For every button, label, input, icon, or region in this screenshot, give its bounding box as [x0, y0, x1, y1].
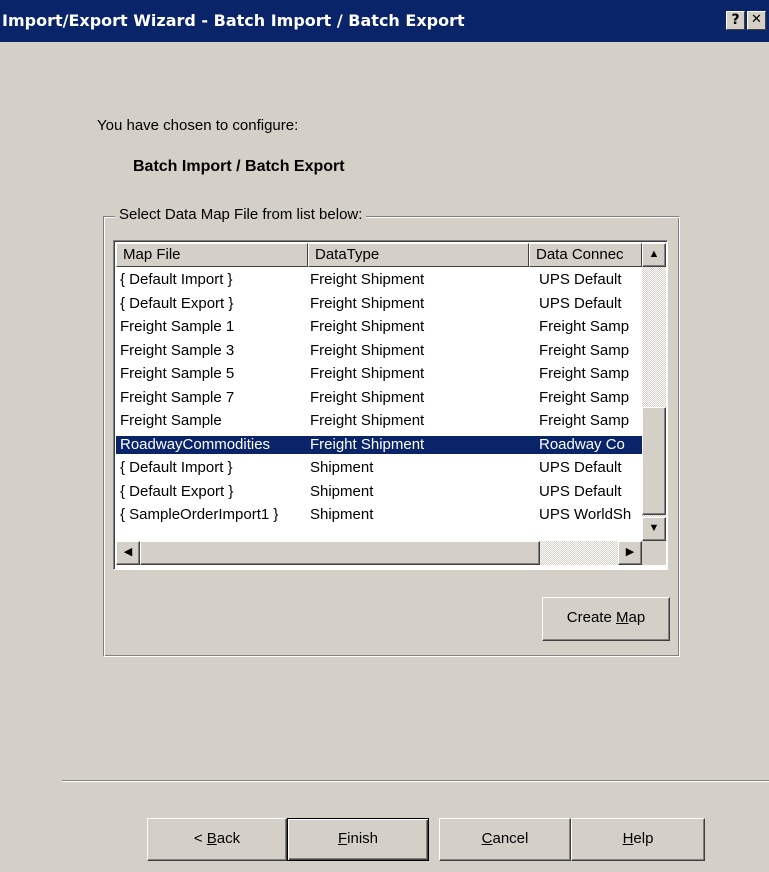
- help-title-button[interactable]: ?: [726, 11, 745, 30]
- finish-button[interactable]: Finish: [287, 818, 429, 861]
- data-connection-cell: UPS Default: [539, 294, 622, 312]
- vertical-scroll-thumb[interactable]: [642, 407, 666, 515]
- create-map-button[interactable]: Create Map: [542, 597, 670, 641]
- map-file-cell: Freight Sample 1: [120, 318, 235, 335]
- data-connection-cell: UPS Default: [539, 271, 622, 288]
- scroll-up-arrow-icon[interactable]: ▲: [642, 243, 666, 267]
- data-connection-cell: Freight Samp: [539, 388, 630, 406]
- list-row[interactable]: { Default Import } Shipment UPS Default: [116, 459, 642, 477]
- scroll-right-arrow-icon[interactable]: ▶: [618, 541, 642, 565]
- datatype-cell: Freight Shipment: [310, 435, 425, 453]
- map-file-cell: { Default Import }: [120, 459, 233, 476]
- help-button[interactable]: Help: [571, 818, 705, 861]
- map-file-cell: RoadwayCommodities: [120, 435, 271, 453]
- list-row[interactable]: Freight Sample 5 Freight Shipment Freight …: [116, 365, 642, 383]
- horizontal-scroll-thumb[interactable]: [140, 541, 540, 565]
- map-file-cell: Freight Sample 5: [120, 365, 235, 382]
- column-header-data-connection[interactable]: Data Connec: [529, 243, 642, 267]
- scroll-left-arrow-icon[interactable]: ◀: [116, 541, 140, 565]
- data-connection-cell: Roadway Co: [539, 435, 625, 453]
- map-file-cell: { Default Export }: [120, 294, 234, 312]
- list-row[interactable]: Freight Sample 3 Freight Shipment Freight …: [116, 342, 642, 360]
- datatype-cell: Freight Shipment: [310, 341, 425, 359]
- data-connection-cell: Freight Samp: [539, 318, 630, 335]
- column-header-datatype[interactable]: DataType: [308, 243, 529, 267]
- map-file-cell: Freight Sample 7: [120, 388, 235, 406]
- scroll-down-arrow-icon[interactable]: ▼: [642, 517, 666, 541]
- datatype-cell: Shipment: [310, 506, 374, 523]
- list-row[interactable]: { SampleOrderImport1 } Shipment UPS WorldS…: [116, 506, 642, 524]
- map-file-cell: { Default Import }: [120, 271, 233, 288]
- list-row[interactable]: { Default Import } Freight Shipment UPS De…: [116, 271, 642, 289]
- datatype-cell: Shipment: [310, 482, 374, 500]
- list-row[interactable]: Freight Sample 1 Freight Shipment Freight …: [116, 318, 642, 336]
- datatype-cell: Freight Shipment: [310, 294, 425, 312]
- datatype-cell: Shipment: [310, 459, 374, 476]
- datatype-cell: Freight Shipment: [310, 412, 425, 429]
- title-bar: Import/Export Wizard - Batch Import / Ba…: [0, 0, 769, 42]
- map-file-cell: { Default Export }: [120, 482, 234, 500]
- data-connection-cell: Freight Samp: [539, 341, 630, 359]
- scrollbar-corner: [642, 541, 666, 565]
- configured-selection: Batch Import / Batch Export: [133, 158, 345, 175]
- datatype-cell: Freight Shipment: [310, 388, 425, 406]
- close-title-button[interactable]: ✕: [747, 11, 766, 30]
- list-row[interactable]: Freight Sample 7 Freight Shipment Freight …: [116, 389, 642, 407]
- data-connection-cell: UPS Default: [539, 482, 622, 500]
- list-row[interactable]: { Default Export } Freight Shipment UPS De…: [116, 295, 642, 313]
- datatype-cell: Freight Shipment: [310, 271, 425, 288]
- list-row[interactable]: RoadwayCommodities Freight Shipment Roadwa…: [116, 435, 642, 454]
- list-row[interactable]: { Default Export } Shipment UPS Default: [116, 483, 642, 501]
- data-connection-cell: UPS WorldSh: [539, 506, 632, 523]
- map-file-list[interactable]: Map File DataType Data Connec { Default …: [113, 240, 668, 570]
- cancel-button[interactable]: Cancel: [439, 818, 571, 861]
- groupbox-label: Select Data Map File from list below:: [115, 206, 367, 223]
- column-header-map-file[interactable]: Map File: [116, 243, 308, 267]
- list-row[interactable]: Freight Sample Freight Shipment Freight Sa…: [116, 412, 642, 430]
- window-title: Import/Export Wizard - Batch Import / Ba…: [2, 11, 465, 30]
- datatype-cell: Freight Shipment: [310, 365, 425, 382]
- data-connection-cell: UPS Default: [539, 459, 622, 476]
- map-file-cell: Freight Sample: [120, 412, 222, 429]
- vertical-scrollbar[interactable]: ▲ ▼: [642, 243, 666, 541]
- map-file-cell: Freight Sample 3: [120, 341, 235, 359]
- data-connection-cell: Freight Samp: [539, 412, 630, 429]
- back-button[interactable]: < Back: [147, 818, 287, 861]
- intro-text: You have chosen to configure:: [97, 117, 299, 134]
- data-connection-cell: Freight Samp: [539, 365, 630, 382]
- map-file-cell: { SampleOrderImport1 }: [120, 506, 279, 523]
- datatype-cell: Freight Shipment: [310, 318, 425, 335]
- horizontal-scrollbar[interactable]: ◀ ▶: [116, 541, 642, 565]
